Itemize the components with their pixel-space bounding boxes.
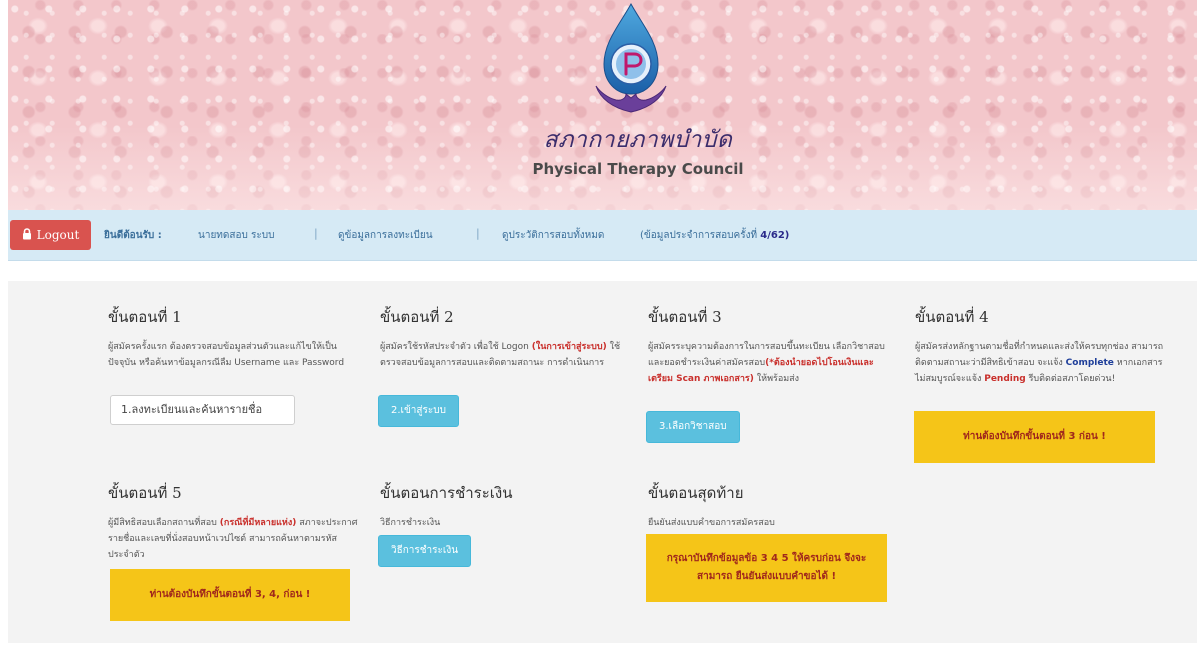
- council-logo: [590, 2, 672, 120]
- lock-icon: [22, 221, 32, 251]
- nav-divider: |: [476, 227, 480, 240]
- step-4-title: ขั้นตอนที่ 4: [915, 308, 989, 326]
- nav-divider: |: [314, 227, 318, 240]
- step-5-warning: ท่านต้องบันทึกขั้นตอนที่ 3, 4, ก่อน !: [110, 569, 350, 621]
- step-4-complete-status: Complete: [1065, 358, 1114, 368]
- step-5-title: ขั้นตอนที่ 5: [108, 484, 182, 502]
- step-1-title: ขั้นตอนที่ 1: [108, 308, 182, 326]
- final-step-title: ขั้นตอนสุดท้าย: [648, 484, 744, 502]
- step-2-description: ผู้สมัครใช้รหัสประจำตัว เพื่อใช้ Logon (…: [380, 339, 630, 371]
- step-2-title: ขั้นตอนที่ 2: [380, 308, 454, 326]
- payment-step-title: ขั้นตอนการชำระเงิน: [380, 484, 513, 502]
- step-4-warning: ท่านต้องบันทึกขั้นตอนที่ 3 ก่อน !: [914, 411, 1155, 463]
- step-4-desc-part-c: รีบติดต่อสภาโดยด่วน!: [1028, 374, 1116, 384]
- exam-round-prefix: (ข้อมูลประจำการสอบครั้งที่: [640, 230, 758, 241]
- step-5-desc-highlight: (กรณีที่มีหลายแห่ง): [219, 518, 297, 528]
- select-subject-button[interactable]: 3.เลือกวิชาสอบ: [646, 411, 740, 443]
- step-1: ขั้นตอนที่ 1 ผู้สมัครครั้งแรก ต้องตรวจสอ…: [108, 305, 358, 371]
- header-banner: สภากายภาพบำบัด Physical Therapy Council: [8, 0, 1197, 210]
- council-name-thai: สภากายภาพบำบัด: [543, 127, 733, 153]
- logout-label: Logout: [36, 228, 80, 242]
- top-nav-bar: Logout ยินดีต้อนรับ : นายทดสอบ ระบบ | ดู…: [8, 210, 1197, 261]
- view-registration-link[interactable]: ดูข้อมูลการลงทะเบียน: [338, 228, 433, 243]
- welcome-label: ยินดีต้อนรับ :: [104, 230, 162, 241]
- exam-round-info: (ข้อมูลประจำการสอบครั้งที่ 4/62): [640, 228, 789, 243]
- logout-button[interactable]: Logout: [10, 220, 91, 250]
- register-search-button[interactable]: 1.ลงทะเบียนและค้นหารายชื่อ: [110, 395, 295, 425]
- step-5: ขั้นตอนที่ 5 ผู้มีสิทธิสอบเลือกสถานที่สอ…: [108, 481, 358, 563]
- step-1-description: ผู้สมัครครั้งแรก ต้องตรวจสอบข้อมูลส่วนตั…: [108, 342, 345, 368]
- step-4-pending-status: Pending: [984, 374, 1026, 384]
- step-3-description: ผู้สมัครระบุความต้องการในการสอบขึ้นทะเบี…: [648, 339, 898, 387]
- step-3-desc-part-b: ให้พร้อมส่ง: [756, 374, 800, 384]
- water-drop-hands-logo-icon: [595, 2, 667, 113]
- step-2-desc-part-a: ผู้สมัครใช้รหัสประจำตัว เพื่อใช้ Logon: [380, 342, 529, 352]
- login-button[interactable]: 2.เข้าสู่ระบบ: [378, 395, 459, 427]
- step-5-desc-part-a: ผู้มีสิทธิสอบเลือกสถานที่สอบ: [108, 518, 217, 528]
- step-4: ขั้นตอนที่ 4 ผู้สมัครส่งหลักฐานตามชื่อที…: [915, 305, 1165, 387]
- step-2: ขั้นตอนที่ 2 ผู้สมัครใช้รหัสประจำตัว เพื…: [380, 305, 630, 371]
- payment-step-description: วิธีการชำระเงิน: [380, 518, 441, 528]
- step-4-description: ผู้สมัครส่งหลักฐานตามชื่อที่กำหนดและส่งใ…: [915, 339, 1165, 387]
- step-5-description: ผู้มีสิทธิสอบเลือกสถานที่สอบ (กรณีที่มีห…: [108, 515, 358, 563]
- final-step: ขั้นตอนสุดท้าย ยืนยันส่งแบบคำขอการสมัครส…: [648, 481, 898, 531]
- exam-history-link[interactable]: ดูประวัติการสอบทั้งหมด: [502, 228, 604, 243]
- exam-round-number: 4/62): [760, 230, 790, 241]
- payment-step: ขั้นตอนการชำระเงิน วิธีการชำระเงิน: [380, 481, 630, 531]
- payment-method-button[interactable]: วิธีการชำระเงิน: [378, 535, 472, 567]
- final-step-warning: กรุณาบันทึกข้อมูลข้อ 3 4 5 ให้ครบก่อน จึ…: [646, 534, 887, 602]
- registration-steps-panel: ขั้นตอนที่ 1 ผู้สมัครครั้งแรก ต้องตรวจสอ…: [8, 281, 1197, 643]
- council-name-english: Physical Therapy Council: [532, 160, 744, 178]
- final-step-description: ยืนยันส่งแบบคำขอการสมัครสอบ: [648, 518, 775, 528]
- user-name-link[interactable]: นายทดสอบ ระบบ: [198, 228, 274, 243]
- step-3: ขั้นตอนที่ 3 ผู้สมัครระบุความต้องการในกา…: [648, 305, 898, 387]
- step-2-desc-highlight: (ในการเข้าสู่ระบบ): [531, 342, 607, 352]
- step-3-title: ขั้นตอนที่ 3: [648, 308, 722, 326]
